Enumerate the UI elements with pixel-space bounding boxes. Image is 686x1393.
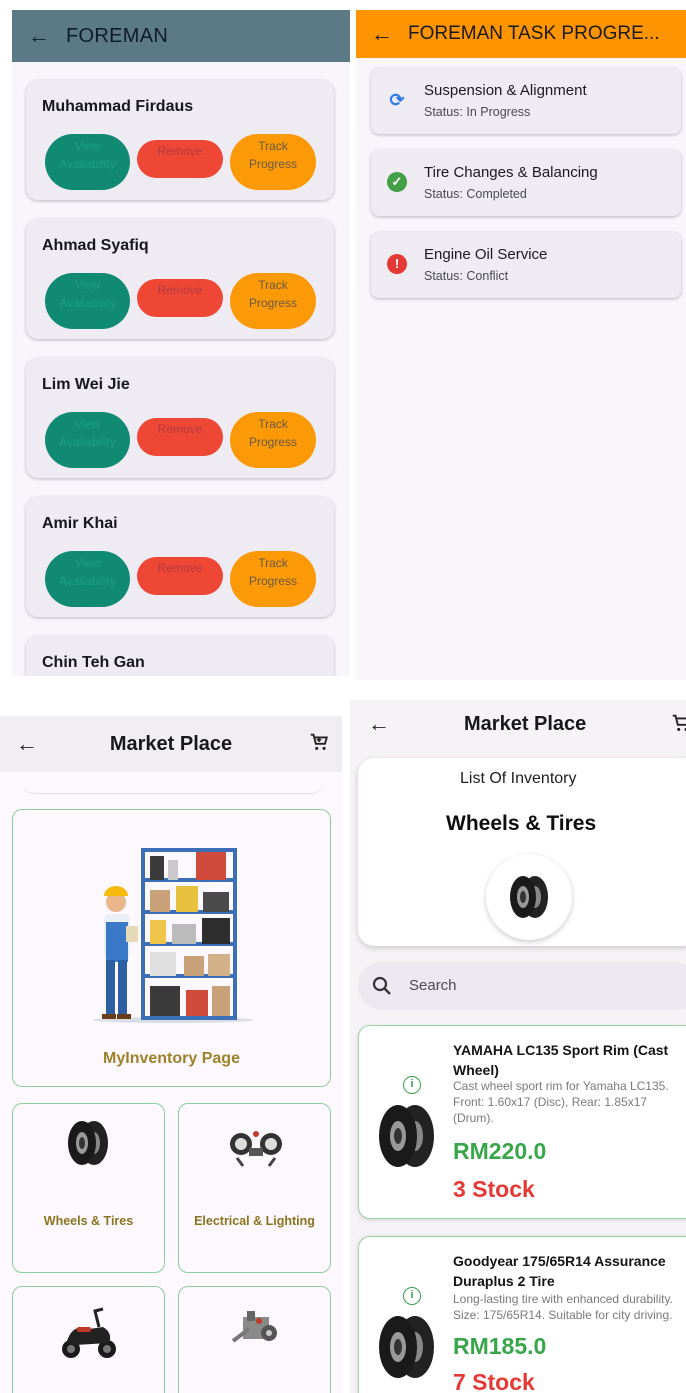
back-arrow-icon[interactable]: ← [12, 23, 66, 49]
info-icon[interactable]: i [403, 1076, 421, 1094]
foreman-name: Ahmad Syafiq [42, 237, 149, 254]
category-header-card: List Of Inventory Wheels & Tires [358, 758, 686, 946]
engine-parts-icon [231, 1311, 277, 1343]
product-card[interactable]: i Goodyear 175/65R14 Assurance Duraplus … [358, 1236, 686, 1393]
search-input[interactable]: Search [358, 962, 686, 1010]
product-price: RM220.0 [453, 1138, 547, 1164]
track-progress-button[interactable]: Track Progress [230, 412, 316, 468]
task-status: Status: Conflict [424, 269, 509, 283]
check-circle-icon: ✓ [387, 172, 407, 192]
foreman-card: Lim Wei Jie View Availability Remove Tra… [26, 358, 334, 478]
remove-button[interactable]: Remove [137, 418, 223, 456]
product-stock: 7 Stock [453, 1369, 535, 1393]
divider [20, 780, 325, 794]
tire-icon [68, 1121, 108, 1165]
page-title: FOREMAN [66, 24, 169, 47]
cart-icon[interactable] [308, 731, 330, 758]
tire-product-image [379, 1316, 434, 1378]
task-status: Status: In Progress [424, 105, 531, 119]
product-description: Long-lasting tire with enhanced durabili… [453, 1292, 673, 1322]
category-card-wheels-tires[interactable]: Wheels & Tires [12, 1103, 165, 1273]
product-price: RM185.0 [453, 1333, 547, 1359]
task-progress-screen: ← FOREMAN TASK PROGRE... ⟳ Suspension & … [356, 10, 686, 680]
page-title: Market Place [464, 712, 587, 735]
inventory-list-screen: ← Market Place List Of Inventory Wheels … [350, 700, 686, 1393]
category-label: Wheels & Tires [43, 1214, 134, 1228]
page-title: Market Place [109, 732, 233, 755]
foreman-name: Amir Khai [42, 515, 118, 532]
product-description: Cast wheel sport rim for Yamaha LC135. F… [453, 1079, 669, 1125]
marketplace-app-bar: ← Market Place [0, 716, 342, 772]
category-avatar [486, 854, 572, 940]
track-progress-button[interactable]: Track Progress [230, 551, 316, 607]
tire-product-image [379, 1105, 434, 1167]
product-stock: 3 Stock [453, 1176, 535, 1202]
category-card-engine-parts[interactable] [178, 1286, 331, 1393]
category-card-electrical-lighting[interactable]: Electrical & Lighting [178, 1103, 331, 1273]
marketplace-screen: ← Market Place MyInventory Page Wheels &… [0, 716, 342, 1393]
search-placeholder: Search [409, 977, 457, 994]
info-icon[interactable]: i [403, 1287, 421, 1305]
view-availability-button[interactable]: View Availability [45, 134, 130, 190]
category-card-motorcycles[interactable] [12, 1286, 165, 1393]
task-status: Status: Completed [424, 187, 527, 201]
task-card[interactable]: ! Engine Oil Service Status: Conflict [371, 232, 681, 298]
sync-icon: ⟳ [389, 90, 405, 110]
remove-button[interactable]: Remove [137, 140, 223, 178]
myinventory-label: MyInventory Page [103, 1050, 240, 1067]
page-title: FOREMAN TASK PROGRE... [408, 23, 660, 44]
product-card[interactable]: i YAMAHA LC135 Sport Rim (Cast Wheel) Ca… [358, 1025, 686, 1219]
headlight-icon [230, 1131, 282, 1167]
category-title: Wheels & Tires [446, 812, 597, 835]
remove-button[interactable]: Remove [137, 279, 223, 317]
category-label: Electrical & Lighting [194, 1214, 315, 1228]
task-card[interactable]: ✓ Tire Changes & Balancing Status: Compl… [371, 150, 681, 216]
remove-button[interactable]: Remove [137, 557, 223, 595]
view-availability-button[interactable]: View Availability [45, 412, 130, 468]
task-title: Tire Changes & Balancing [424, 164, 598, 181]
back-arrow-icon[interactable]: ← [368, 711, 390, 737]
track-progress-button[interactable]: Track Progress [230, 273, 316, 329]
list-subtitle: List Of Inventory [460, 770, 577, 787]
back-arrow-icon[interactable]: ← [16, 731, 38, 757]
foreman-screen: ← FOREMAN Muhammad Firdaus View Availabi… [12, 10, 350, 676]
scooter-icon [62, 1307, 116, 1358]
back-arrow-icon[interactable]: ← [356, 21, 408, 47]
task-app-bar: ← FOREMAN TASK PROGRE... [356, 10, 686, 58]
warehouse-worker-illustration [93, 848, 253, 1023]
foreman-card: Muhammad Firdaus View Availability Remov… [26, 80, 334, 200]
product-name: Goodyear 175/65R14 Assurance Duraplus 2 … [453, 1253, 666, 1289]
error-icon: ! [387, 254, 407, 274]
foreman-card: Amir Khai View Availability Remove Track… [26, 497, 334, 617]
task-card[interactable]: ⟳ Suspension & Alignment Status: In Prog… [371, 68, 681, 134]
foreman-name: Lim Wei Jie [42, 376, 130, 393]
cart-icon[interactable] [670, 712, 686, 739]
product-name: YAMAHA LC135 Sport Rim (Cast Wheel) [453, 1042, 669, 1078]
view-availability-button[interactable]: View Availability [45, 273, 130, 329]
task-title: Suspension & Alignment [424, 82, 587, 99]
foreman-name: Muhammad Firdaus [42, 98, 194, 115]
tire-icon [510, 876, 548, 918]
inventory-app-bar: ← Market Place [350, 700, 686, 748]
view-availability-button[interactable]: View Availability [45, 551, 130, 607]
search-icon [372, 976, 391, 995]
task-title: Engine Oil Service [424, 246, 548, 263]
foreman-name: Chin Teh Gan [42, 654, 145, 671]
myinventory-card[interactable]: MyInventory Page [12, 809, 331, 1087]
foreman-card: Chin Teh Gan [26, 636, 334, 676]
foreman-card: Ahmad Syafiq View Availability Remove Tr… [26, 219, 334, 339]
foreman-app-bar: ← FOREMAN [12, 10, 350, 62]
track-progress-button[interactable]: Track Progress [230, 134, 316, 190]
